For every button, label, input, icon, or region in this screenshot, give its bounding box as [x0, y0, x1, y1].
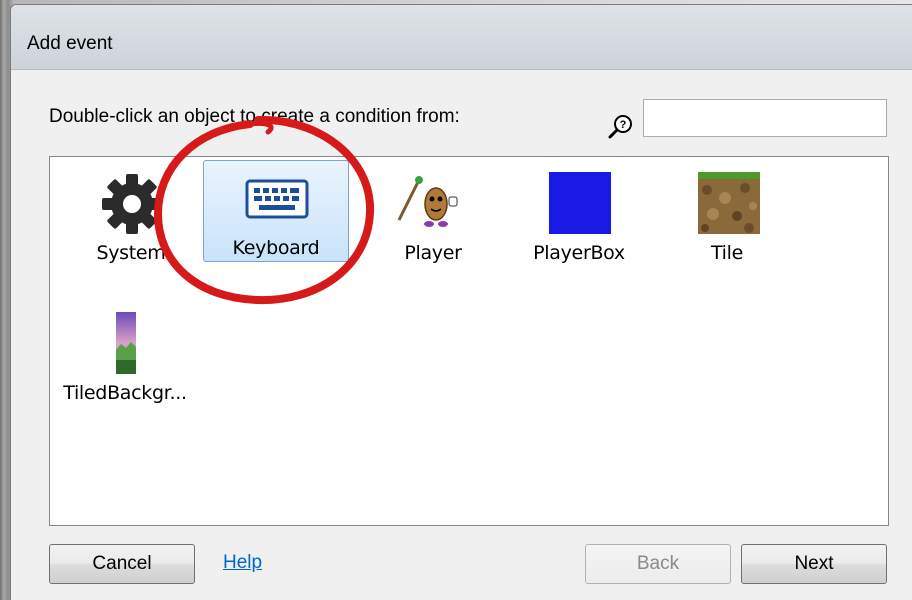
object-item-system[interactable]: System	[58, 165, 204, 267]
object-item-tiledbackground[interactable]: TiledBackgr...	[52, 305, 198, 407]
object-label: Player	[404, 242, 462, 264]
object-label: Keyboard	[232, 237, 320, 259]
dialog-body: Double-click an object to create a condi…	[11, 69, 912, 600]
tiled-background-icon	[116, 312, 136, 374]
dirt-tile-icon	[698, 172, 760, 234]
player-sprite-icon	[397, 176, 458, 227]
search-icon: ?	[608, 115, 632, 139]
back-button[interactable]: Back	[585, 544, 731, 584]
object-list[interactable]: System Keyboard Player PlayerBox Tile Ti…	[49, 156, 889, 526]
next-button[interactable]: Next	[741, 544, 887, 584]
gear-icon	[102, 174, 162, 234]
keyboard-icon	[245, 179, 309, 219]
object-item-playerbox[interactable]: PlayerBox	[506, 165, 652, 267]
object-label: PlayerBox	[533, 242, 625, 264]
title-bar[interactable]: Add event	[11, 5, 912, 69]
blue-square-icon	[549, 172, 611, 234]
help-link[interactable]: Help	[223, 552, 262, 574]
cancel-button[interactable]: Cancel	[49, 544, 195, 584]
object-item-keyboard[interactable]: Keyboard	[203, 160, 349, 262]
add-event-dialog: Add event Double-click an object to crea…	[10, 4, 912, 600]
object-item-tile[interactable]: Tile	[654, 165, 800, 267]
search-input[interactable]	[643, 99, 887, 137]
instruction-text: Double-click an object to create a condi…	[49, 106, 460, 127]
object-label: System	[96, 242, 166, 264]
svg-text:?: ?	[620, 119, 627, 131]
object-item-player[interactable]: Player	[360, 165, 506, 267]
object-label: Tile	[710, 242, 744, 264]
object-label: TiledBackgr...	[63, 382, 187, 404]
dialog-title: Add event	[27, 33, 113, 54]
